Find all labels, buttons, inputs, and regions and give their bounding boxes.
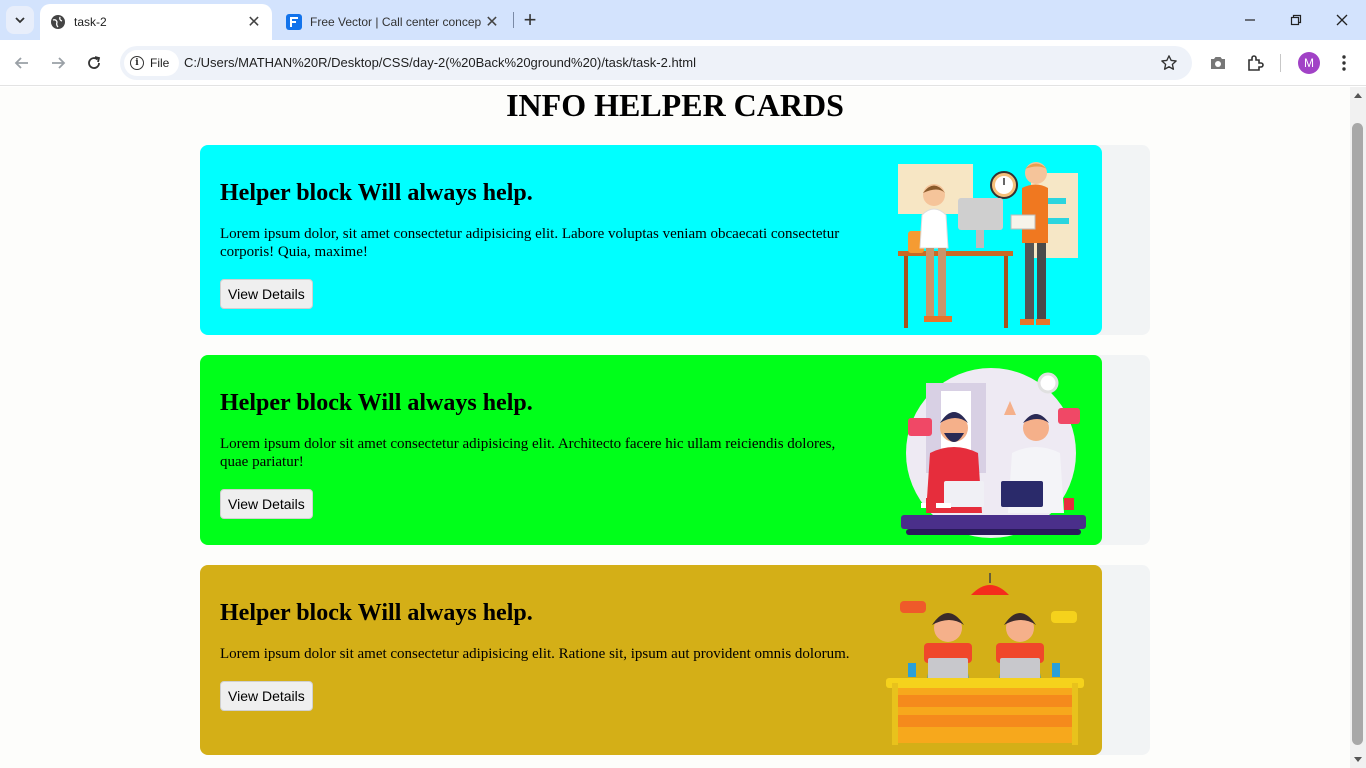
- tab-search-button[interactable]: [6, 6, 34, 34]
- scroll-up-arrow-icon[interactable]: [1354, 93, 1362, 98]
- browser-toolbar: i File C:/Users/MATHAN%20R/Desktop/CSS/d…: [0, 40, 1366, 86]
- page-viewport: INFO HELPER CARDS Helper block Will alwa…: [0, 87, 1350, 768]
- vertical-scrollbar[interactable]: [1350, 87, 1366, 768]
- close-tab-icon[interactable]: ✕: [244, 12, 264, 32]
- scroll-down-arrow-icon[interactable]: [1354, 757, 1362, 762]
- more-vertical-icon: [1342, 55, 1346, 71]
- puzzle-icon: [1248, 55, 1264, 71]
- call-center-illustration: [886, 573, 1084, 745]
- reload-button[interactable]: [80, 49, 108, 77]
- forward-button[interactable]: [44, 49, 72, 77]
- minimize-button[interactable]: [1230, 6, 1270, 34]
- view-details-button[interactable]: View Details: [220, 279, 313, 309]
- office-desk-illustration: [898, 162, 1078, 328]
- card-heading: Helper block Will always help.: [220, 600, 533, 626]
- view-details-button[interactable]: View Details: [220, 681, 313, 711]
- arrow-left-icon: [14, 57, 28, 69]
- tab-separator: [513, 12, 514, 28]
- freepik-icon: [286, 14, 302, 30]
- profile-avatar[interactable]: M: [1298, 52, 1320, 74]
- info-card-panel: Helper block Will always help. Lorem ips…: [200, 565, 1102, 755]
- card-body: Lorem ipsum dolor, sit amet consectetur …: [220, 226, 840, 260]
- chevron-down-icon: [15, 17, 25, 24]
- info-card-panel: Helper block Will always help. Lorem ips…: [200, 355, 1102, 545]
- tab-strip: task-2 ✕ Free Vector | Call center conce…: [0, 0, 1366, 40]
- restore-button[interactable]: [1276, 6, 1316, 34]
- tab-title: Free Vector | Call center concep: [310, 15, 482, 29]
- reload-icon: [88, 56, 101, 69]
- camera-icon: [1211, 57, 1225, 69]
- restore-icon: [1290, 14, 1302, 26]
- extensions-button[interactable]: [1242, 50, 1268, 76]
- support-agents-illustration: [901, 368, 1086, 538]
- site-info-chip[interactable]: i File: [124, 50, 180, 76]
- toolbar-divider: [1280, 54, 1281, 72]
- close-tab-icon[interactable]: ✕: [482, 12, 502, 32]
- info-card: Helper block Will always help. Lorem ips…: [200, 355, 1150, 545]
- tab-task-2[interactable]: task-2 ✕: [40, 4, 272, 40]
- view-details-button[interactable]: View Details: [220, 489, 313, 519]
- back-button[interactable]: [8, 49, 36, 77]
- screenshot-button[interactable]: [1205, 50, 1231, 76]
- new-tab-button[interactable]: +: [518, 7, 542, 32]
- arrow-right-icon: [52, 57, 66, 69]
- card-heading: Helper block Will always help.: [220, 390, 533, 416]
- card-body: Lorem ipsum dolor sit amet consectetur a…: [220, 646, 850, 662]
- card-body: Lorem ipsum dolor sit amet consectetur a…: [220, 436, 836, 470]
- info-card: Helper block Will always help. Lorem ips…: [200, 565, 1150, 755]
- address-bar[interactable]: i File C:/Users/MATHAN%20R/Desktop/CSS/d…: [120, 46, 1192, 80]
- close-icon: [1336, 14, 1348, 26]
- scroll-thumb[interactable]: [1352, 123, 1363, 745]
- close-window-button[interactable]: [1322, 6, 1362, 34]
- info-icon: i: [130, 56, 144, 70]
- page-title: INFO HELPER CARDS: [506, 87, 844, 123]
- card-heading: Helper block Will always help.: [220, 180, 533, 206]
- tab-title: task-2: [74, 15, 107, 29]
- url-text[interactable]: C:/Users/MATHAN%20R/Desktop/CSS/day-2(%2…: [184, 55, 696, 70]
- info-card-panel: Helper block Will always help. Lorem ips…: [200, 145, 1102, 335]
- info-card: Helper block Will always help. Lorem ips…: [200, 145, 1150, 335]
- site-info-label: File: [150, 56, 170, 70]
- minimize-icon: [1245, 19, 1255, 21]
- globe-icon: [50, 14, 66, 30]
- menu-button[interactable]: [1331, 50, 1357, 76]
- bookmark-button[interactable]: [1158, 52, 1180, 74]
- star-icon: [1161, 55, 1177, 70]
- tab-freepik[interactable]: Free Vector | Call center concep ✕: [276, 4, 510, 40]
